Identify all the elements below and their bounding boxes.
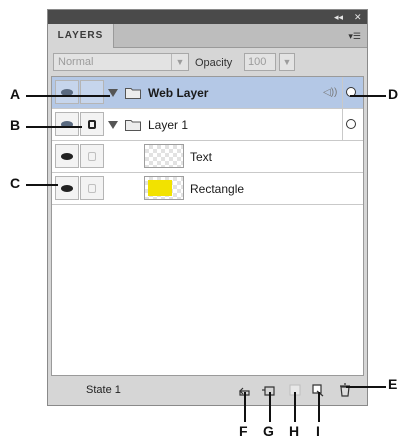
lock-icon	[88, 120, 96, 129]
layers-panel: ◂◂ ✕ LAYERS ▾☰ Normal ▼ Opacity 100 ▼ We…	[47, 9, 368, 406]
column-divider	[342, 77, 343, 108]
callout-label-i: I	[316, 423, 320, 439]
layer-row-text[interactable]: Text	[52, 141, 363, 173]
callout-label-d: D	[388, 86, 399, 102]
callout-line-c	[26, 184, 58, 186]
callout-label-a: A	[10, 86, 21, 102]
callout-line-g	[269, 392, 271, 422]
callout-line-h	[294, 392, 296, 422]
column-divider	[342, 109, 343, 140]
callout-line-d	[350, 95, 386, 97]
callout-label-c: C	[10, 175, 21, 191]
blend-mode-select[interactable]: Normal ▼	[53, 53, 189, 71]
eye-icon	[61, 185, 73, 192]
visibility-toggle[interactable]	[55, 144, 79, 168]
callout-line-f	[244, 392, 246, 422]
rectangle-swatch	[148, 180, 172, 196]
distribute-to-states-icon[interactable]	[239, 383, 253, 397]
callout-line-b	[26, 126, 82, 128]
lock-icon	[88, 184, 96, 193]
lock-toggle[interactable]	[80, 176, 104, 200]
eye-icon	[61, 153, 73, 160]
opacity-dropdown-button[interactable]: ▼	[279, 53, 295, 71]
layers-list: Web Layer ◁)) Layer 1 Text Rectangle	[51, 76, 364, 376]
layer-row-layer-1[interactable]: Layer 1	[52, 109, 363, 141]
layer-name: Layer 1	[148, 118, 189, 132]
layer-row-rectangle[interactable]: Rectangle	[52, 173, 363, 205]
tab-bar: LAYERS ▾☰	[48, 24, 367, 48]
callout-line-a	[26, 95, 110, 97]
folder-icon	[125, 120, 141, 131]
layer-target-circle[interactable]	[346, 119, 356, 129]
blend-mode-value: Normal	[58, 56, 94, 68]
new-sub-layer-icon[interactable]	[261, 383, 275, 397]
layer-row-web-layer[interactable]: Web Layer ◁))	[52, 77, 363, 109]
layer-name: Text	[190, 150, 213, 164]
lock-toggle[interactable]	[80, 144, 104, 168]
layer-thumbnail	[144, 144, 184, 168]
opacity-input[interactable]: 100	[244, 53, 276, 71]
panel-menu-icon[interactable]: ▾☰	[347, 31, 361, 41]
visibility-toggle[interactable]	[55, 176, 79, 200]
close-icon[interactable]: ✕	[354, 11, 362, 23]
callout-label-g: G	[263, 423, 274, 439]
lock-toggle[interactable]	[80, 112, 104, 136]
lock-icon	[88, 152, 96, 161]
chevron-down-icon: ▼	[171, 54, 188, 70]
visibility-toggle[interactable]	[55, 80, 79, 104]
callout-line-e	[346, 386, 386, 388]
callout-label-f: F	[239, 423, 248, 439]
layer-thumbnail	[144, 176, 184, 200]
callout-label-e: E	[388, 376, 398, 392]
collapse-icon[interactable]: ◂◂	[334, 11, 343, 23]
callout-label-h: H	[289, 423, 300, 439]
visibility-toggle[interactable]	[55, 112, 79, 136]
layer-name: Rectangle	[190, 182, 245, 196]
tab-layers[interactable]: LAYERS	[48, 24, 114, 48]
layer-name: Web Layer	[148, 86, 209, 100]
callout-label-b: B	[10, 117, 21, 133]
panel-title-bar: ◂◂ ✕	[48, 10, 367, 24]
layer-options-row: Normal ▼ Opacity 100 ▼	[48, 48, 367, 76]
state-label: State 1	[86, 384, 121, 396]
callout-line-i	[318, 392, 320, 422]
folder-icon	[125, 88, 141, 99]
opacity-label: Opacity	[195, 57, 233, 69]
speaker-icon: ◁))	[323, 87, 338, 98]
expand-triangle-icon[interactable]	[108, 121, 118, 129]
lock-toggle[interactable]	[80, 80, 104, 104]
